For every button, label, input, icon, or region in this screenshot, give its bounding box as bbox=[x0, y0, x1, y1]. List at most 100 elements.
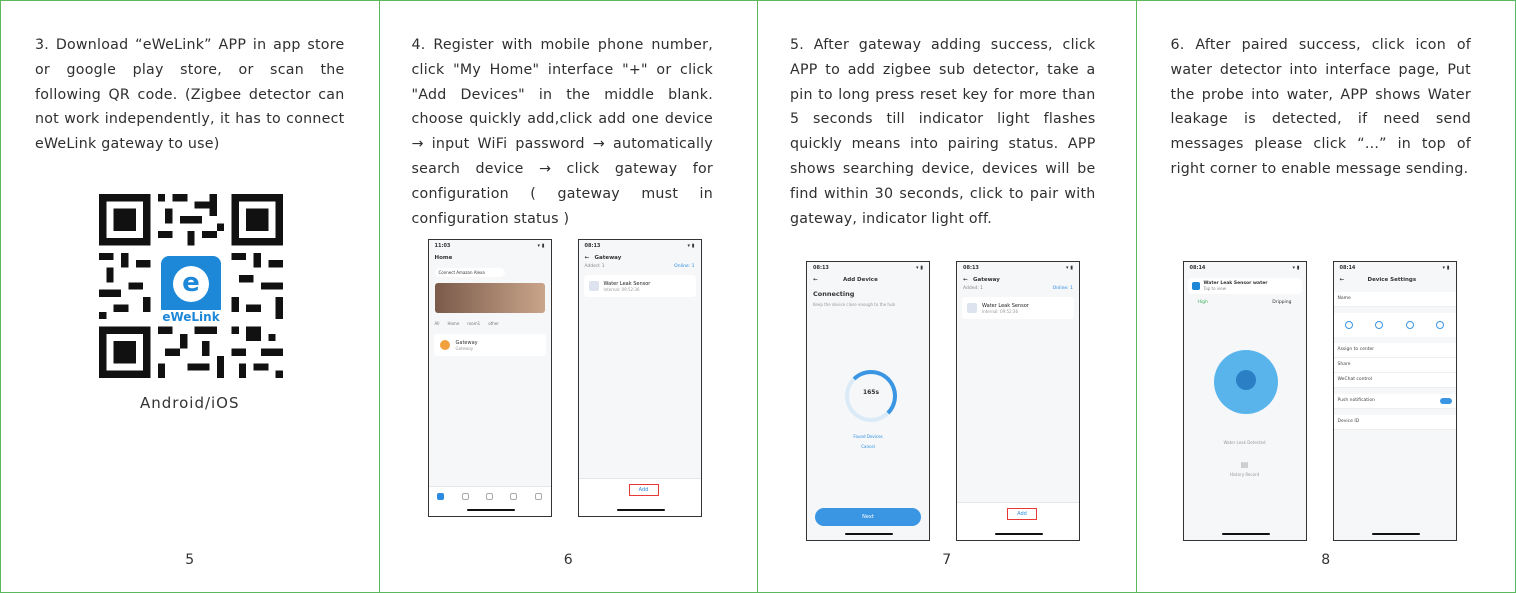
panel-step-3: 3. Download “eWeLink” APP in app store o… bbox=[1, 1, 380, 592]
connecting-heading: Connecting bbox=[813, 290, 855, 298]
panel-step-6: 6. After paired success, click icon of w… bbox=[1137, 1, 1516, 592]
connecting-hint: Keep the device close enough to the hub bbox=[813, 302, 896, 307]
battery-label: High bbox=[1197, 300, 1208, 305]
dripping-label: Dripping bbox=[1272, 300, 1292, 305]
home-title: Home bbox=[434, 255, 453, 261]
smartthings-icon[interactable] bbox=[1436, 321, 1445, 329]
status-time: 08:13 bbox=[584, 243, 601, 249]
setting-push[interactable]: Push notification bbox=[1333, 394, 1456, 409]
history-label[interactable]: History Record bbox=[1184, 472, 1306, 477]
ewelink-logo: e eWeLink bbox=[157, 256, 225, 324]
back-arrow-icon[interactable]: ← bbox=[963, 277, 973, 283]
signal-icon: ▾ ▮ bbox=[1442, 265, 1450, 271]
status-bar: 08:13 ▾ ▮ bbox=[807, 262, 929, 274]
manual-sheet: 3. Download “eWeLink” APP in app store o… bbox=[0, 0, 1516, 593]
setting-device-id: Device ID bbox=[1333, 415, 1456, 430]
qr-code: e eWeLink bbox=[99, 194, 283, 378]
setting-assign[interactable]: Assign to center bbox=[1333, 343, 1456, 358]
signal-icon: ▾ ▮ bbox=[687, 243, 695, 249]
step-3-instruction: 3. Download “eWeLink” APP in app store o… bbox=[35, 37, 345, 153]
setting-name[interactable]: Name bbox=[1333, 292, 1456, 307]
online-count: Online: 1 bbox=[674, 264, 695, 269]
home-header: Home bbox=[429, 252, 551, 264]
tab-home[interactable]: Home bbox=[447, 321, 459, 326]
setting-share[interactable]: Share bbox=[1333, 358, 1456, 373]
phone-connecting-screen: 08:13 ▾ ▮ ← Add Device Connecting Keep the… bbox=[806, 261, 930, 541]
home-indicator bbox=[1221, 533, 1270, 535]
home-indicator bbox=[995, 533, 1043, 535]
push-label: Push notification bbox=[1337, 398, 1375, 403]
page-number: 8 bbox=[1321, 552, 1331, 568]
back-arrow-icon[interactable]: ← bbox=[813, 277, 823, 283]
home-indicator bbox=[466, 509, 515, 511]
signal-icon: ▾ ▮ bbox=[915, 265, 923, 271]
status-bar: 08:13 ▾ ▮ bbox=[957, 262, 1079, 274]
gateway-name: Gateway bbox=[455, 339, 478, 346]
promo-banner bbox=[434, 283, 545, 313]
phone-sensor-screen: 08:14 ▾ ▮ Water Leak Sensor water Tap to v… bbox=[1182, 261, 1307, 541]
scene-nav-icon[interactable] bbox=[461, 493, 469, 500]
google-icon[interactable] bbox=[1375, 321, 1384, 329]
alexa-chip[interactable]: Connect Amazon Alexa bbox=[434, 268, 505, 277]
settings-header: ← Device Settings bbox=[1334, 274, 1456, 286]
sensor-card[interactable]: Water Leak Sensor Internal: 09:52:36 bbox=[583, 275, 696, 297]
panel-step-5: 5. After gateway adding success, click A… bbox=[758, 1, 1137, 592]
setting-wechat[interactable]: WeChat control bbox=[1333, 373, 1456, 388]
push-notification[interactable]: Water Leak Sensor water Tap to view bbox=[1187, 278, 1302, 294]
gateway-sub: Gateway bbox=[455, 345, 474, 351]
add-button[interactable]: Add bbox=[628, 484, 659, 496]
ewelink-logo-letter: e bbox=[173, 266, 209, 302]
gateway-header: ← Gateway bbox=[957, 274, 1079, 286]
tab-all[interactable]: All bbox=[435, 321, 440, 326]
online-count: Online: 1 bbox=[1052, 286, 1073, 291]
status-time: 08:13 bbox=[813, 265, 829, 271]
gateway-title: Gateway bbox=[594, 255, 622, 261]
found-devices: Found Devices bbox=[853, 434, 883, 439]
phone-settings-screen: 08:14 ▾ ▮ ← Device Settings Name Assign to… bbox=[1332, 261, 1457, 541]
signal-icon: ▾ ▮ bbox=[537, 243, 545, 249]
gateway-counts: Added: 1 Online: 1 bbox=[579, 264, 701, 269]
alexa-icon[interactable] bbox=[1344, 321, 1353, 329]
sensor-stats: High Dripping bbox=[1184, 298, 1306, 307]
sensor-name: Water Leak Sensor bbox=[982, 302, 1029, 309]
status-time: 08:14 bbox=[1189, 265, 1206, 271]
smart-nav-icon[interactable] bbox=[485, 493, 493, 500]
step-4-instruction: 4. Register with mobile phone number, cl… bbox=[411, 37, 713, 227]
gateway-header: ← Gateway bbox=[579, 252, 701, 264]
step-5-instruction: 5. After gateway adding success, click A… bbox=[790, 37, 1096, 227]
add-button[interactable]: Add bbox=[1007, 508, 1037, 520]
signal-icon: ▾ ▮ bbox=[1065, 265, 1073, 271]
sensor-name: Water Leak Sensor bbox=[603, 280, 651, 287]
home-nav-icon[interactable] bbox=[437, 493, 445, 500]
phone-home-screen: 11:03 ▾ ▮ Home Connect Amazon Alexa All H… bbox=[427, 239, 552, 517]
status-time: 11:03 bbox=[434, 243, 451, 249]
step-6-instruction: 6. After paired success, click icon of w… bbox=[1170, 37, 1471, 177]
discover-nav-icon[interactable] bbox=[510, 493, 518, 500]
sensor-sub: Internal: 09:52:36 bbox=[982, 308, 1018, 314]
back-arrow-icon[interactable]: ← bbox=[585, 255, 595, 261]
add-device-title: Add Device bbox=[843, 277, 878, 283]
back-arrow-icon[interactable]: ← bbox=[1340, 277, 1350, 283]
home-indicator bbox=[1371, 533, 1420, 535]
leak-status: Water Leak Detected bbox=[1223, 440, 1266, 445]
sensor-card[interactable]: Water Leak Sensor Internal: 09:52:36 bbox=[962, 297, 1074, 319]
added-count: Added: 1 bbox=[584, 264, 605, 269]
ewelink-app-icon bbox=[1191, 282, 1200, 290]
profile-nav-icon[interactable] bbox=[534, 493, 542, 500]
status-bar: 08:14 ▾ ▮ bbox=[1184, 262, 1306, 274]
ifttt-icon[interactable] bbox=[1405, 321, 1414, 329]
history-icon[interactable]: ▤ bbox=[1184, 460, 1306, 469]
next-button[interactable]: Next bbox=[815, 508, 921, 526]
tab-other[interactable]: other bbox=[488, 321, 499, 326]
gateway-card[interactable]: Gateway Gateway bbox=[433, 334, 546, 356]
countdown: 165s bbox=[862, 389, 880, 396]
tab-room1[interactable]: room1 bbox=[467, 321, 480, 326]
add-device-header: ← Add Device bbox=[807, 274, 929, 286]
push-toggle[interactable] bbox=[1439, 398, 1452, 404]
cancel-link[interactable]: Cancel bbox=[807, 444, 929, 449]
gateway-counts: Added: 1 Online: 1 bbox=[957, 286, 1079, 291]
status-bar: 08:13 ▾ ▮ bbox=[579, 240, 701, 252]
phone-gateway-screen: 08:13 ▾ ▮ ← Gateway Added: 1 Online: 1 Wate… bbox=[577, 239, 702, 517]
phone-gateway-screen: 08:13 ▾ ▮ ← Gateway Added: 1 Online: 1 Wate… bbox=[956, 261, 1080, 541]
signal-icon: ▾ ▮ bbox=[1292, 265, 1300, 271]
